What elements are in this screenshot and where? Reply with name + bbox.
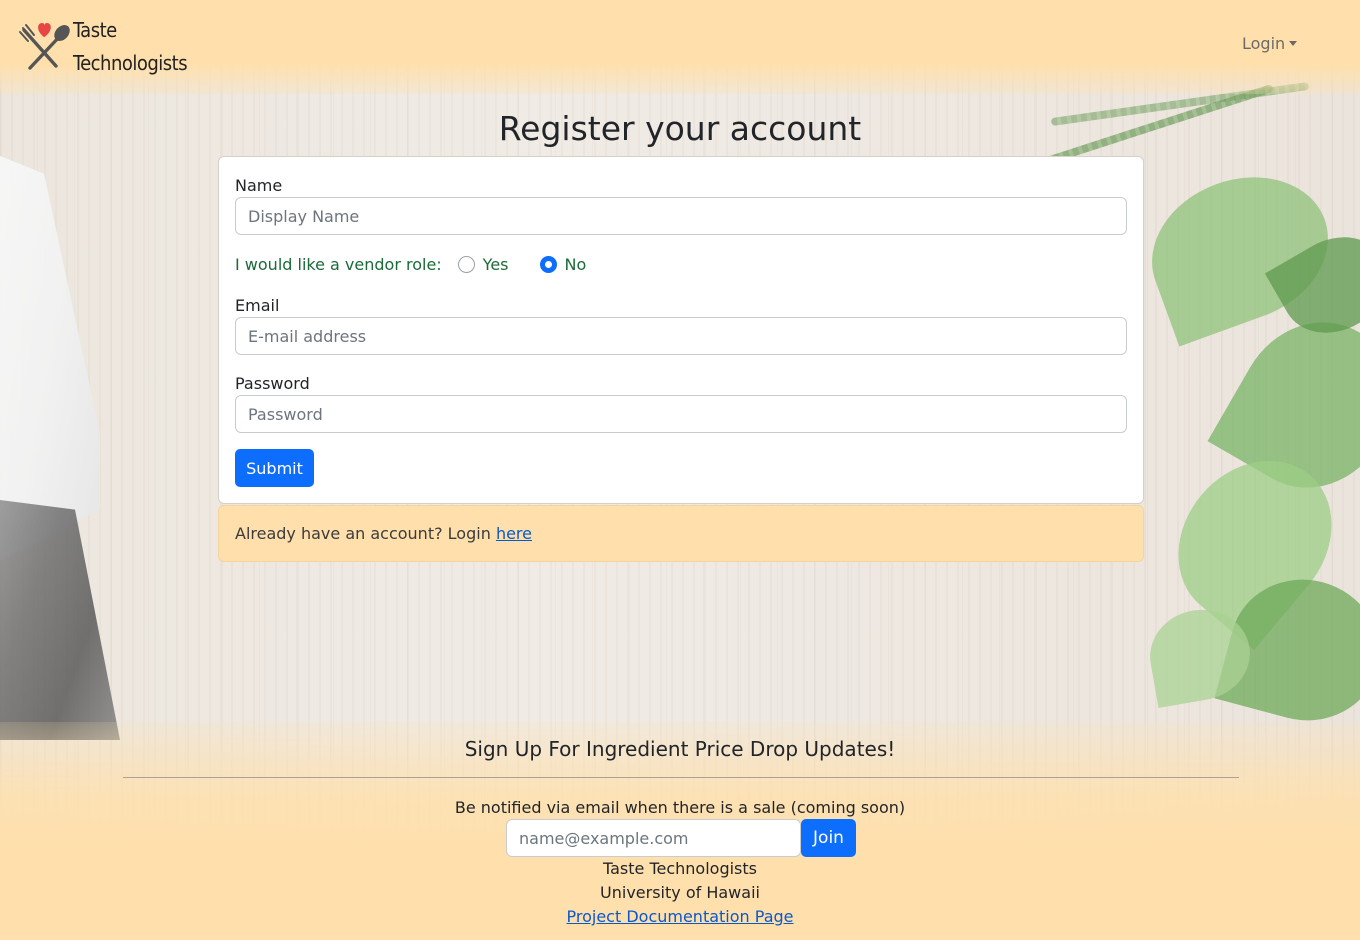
brand-line-1: Taste bbox=[73, 18, 117, 42]
knife-blade-decoration bbox=[0, 140, 100, 560]
login-alert: Already have an account? Login here bbox=[218, 505, 1144, 562]
submit-button[interactable]: Submit bbox=[235, 449, 314, 487]
caret-down-icon bbox=[1289, 41, 1298, 46]
project-documentation-link[interactable]: Project Documentation Page bbox=[567, 907, 794, 926]
footer-org-name: Taste Technologists bbox=[602, 859, 757, 878]
vendor-role-yes-radio[interactable] bbox=[457, 255, 475, 273]
newsletter-title: Sign Up For Ingredient Price Drop Update… bbox=[464, 737, 896, 761]
password-field[interactable] bbox=[235, 395, 1127, 433]
name-label: Name bbox=[235, 176, 283, 195]
register-form-card: Name I would like a vendor role: Yes No … bbox=[218, 156, 1144, 504]
login-dropdown[interactable]: Login bbox=[1242, 34, 1298, 53]
vendor-role-group: I would like a vendor role: Yes No bbox=[235, 253, 586, 275]
vendor-role-no-label: No bbox=[564, 254, 587, 274]
email-field[interactable] bbox=[235, 317, 1127, 355]
login-alert-text: Already have an account? Login bbox=[235, 524, 491, 543]
login-dropdown-label: Login bbox=[1242, 34, 1286, 53]
knife-handle-decoration bbox=[0, 500, 120, 740]
join-button[interactable]: Join bbox=[801, 819, 856, 857]
vendor-role-yes-option[interactable]: Yes bbox=[457, 254, 509, 274]
name-field[interactable] bbox=[235, 197, 1127, 235]
vendor-role-yes-label: Yes bbox=[482, 254, 509, 274]
footer-university: University of Hawaii bbox=[600, 883, 760, 902]
newsletter-note: Be notified via email when there is a sa… bbox=[454, 798, 906, 817]
navbar: Taste Technologists Login bbox=[0, 0, 1360, 94]
newsletter-email-input[interactable] bbox=[506, 819, 801, 857]
footer-divider bbox=[123, 777, 1239, 778]
page-title: Register your account bbox=[498, 109, 862, 148]
footer: Sign Up For Ingredient Price Drop Update… bbox=[0, 722, 1360, 940]
email-label: Email bbox=[235, 296, 280, 315]
vendor-role-no-radio[interactable] bbox=[539, 255, 557, 273]
fork-spoon-heart-icon[interactable] bbox=[16, 16, 74, 74]
password-label: Password bbox=[235, 374, 310, 393]
brand-name[interactable]: Taste Technologists bbox=[73, 14, 203, 80]
vendor-role-label: I would like a vendor role: bbox=[235, 254, 442, 274]
brand-line-2: Technologists bbox=[73, 51, 188, 75]
login-here-link[interactable]: here bbox=[496, 524, 532, 543]
vendor-role-no-option[interactable]: No bbox=[539, 254, 587, 274]
footer-doc-link-wrapper: Project Documentation Page bbox=[0, 907, 1360, 926]
